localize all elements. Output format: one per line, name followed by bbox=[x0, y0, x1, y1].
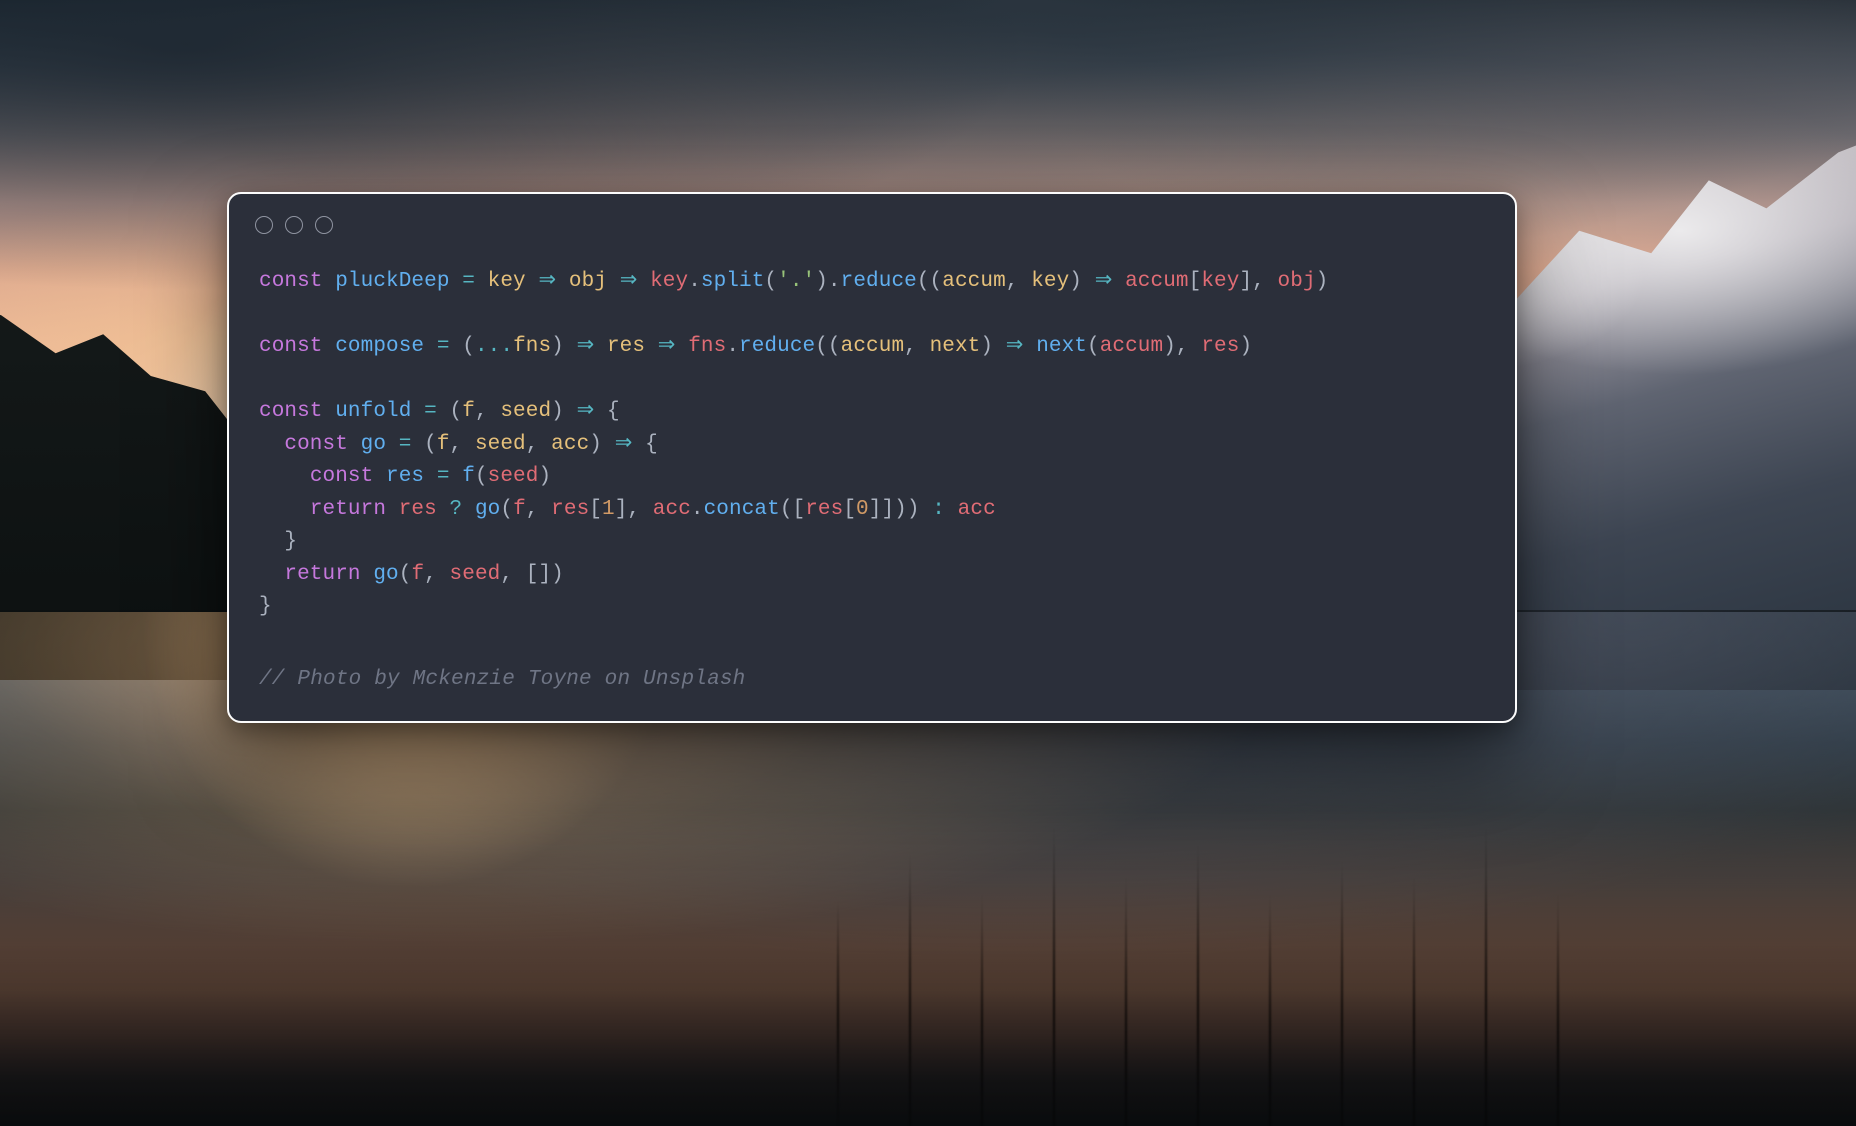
code-editor[interactable]: const pluckDeep = key ⇒ obj ⇒ key.split(… bbox=[229, 240, 1515, 642]
code-line[interactable]: const pluckDeep = key ⇒ obj ⇒ key.split(… bbox=[259, 266, 1485, 299]
code-line[interactable]: } bbox=[259, 591, 1485, 624]
window-titlebar[interactable] bbox=[229, 194, 1515, 240]
zoom-icon[interactable] bbox=[315, 216, 333, 234]
code-line[interactable]: const res = f(seed) bbox=[259, 461, 1485, 494]
close-icon[interactable] bbox=[255, 216, 273, 234]
code-line[interactable] bbox=[259, 364, 1485, 397]
code-line[interactable]: const go = (f, seed, acc) ⇒ { bbox=[259, 429, 1485, 462]
code-line[interactable]: return go(f, seed, []) bbox=[259, 559, 1485, 592]
photo-credit-comment: // Photo by Mckenzie Toyne on Unsplash bbox=[229, 642, 1515, 721]
code-line[interactable]: } bbox=[259, 526, 1485, 559]
code-line[interactable]: const compose = (...fns) ⇒ res ⇒ fns.red… bbox=[259, 331, 1485, 364]
code-line[interactable]: const unfold = (f, seed) ⇒ { bbox=[259, 396, 1485, 429]
minimize-icon[interactable] bbox=[285, 216, 303, 234]
background-reeds bbox=[748, 816, 1648, 1126]
code-window: const pluckDeep = key ⇒ obj ⇒ key.split(… bbox=[227, 192, 1517, 723]
code-line[interactable]: return res ? go(f, res[1], acc.concat([r… bbox=[259, 494, 1485, 527]
code-line[interactable] bbox=[259, 299, 1485, 332]
